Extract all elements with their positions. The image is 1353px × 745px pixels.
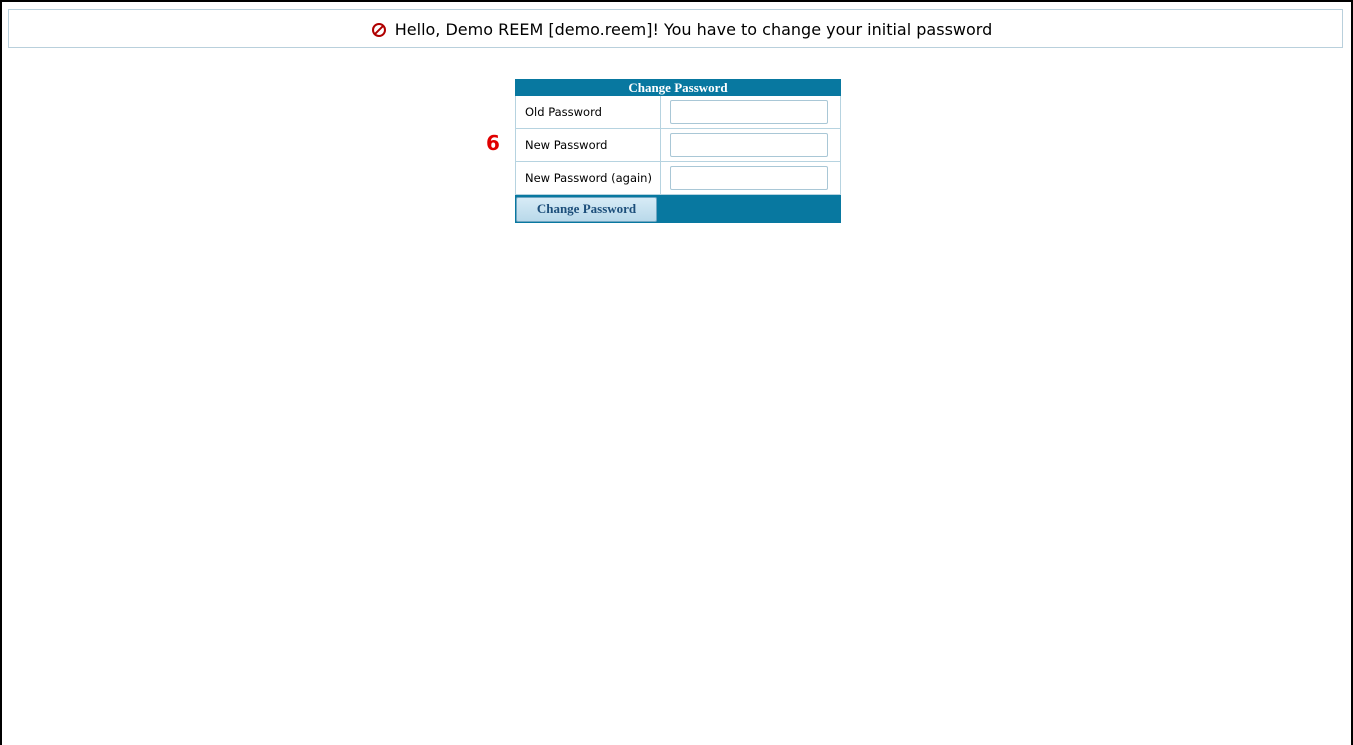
notice-message: Hello, Demo REEM [demo.reem]! You have t… bbox=[394, 20, 993, 39]
old-password-label: Old Password bbox=[516, 96, 661, 128]
notice-banner: Hello, Demo REEM [demo.reem]! You have t… bbox=[8, 9, 1343, 48]
new-password-cell bbox=[661, 129, 840, 161]
old-password-input[interactable] bbox=[670, 100, 828, 124]
notice-content: Hello, Demo REEM [demo.reem]! You have t… bbox=[371, 20, 992, 39]
forbidden-icon bbox=[371, 22, 386, 37]
new-password-input[interactable] bbox=[670, 133, 828, 157]
change-password-button[interactable]: Change Password bbox=[516, 196, 657, 222]
new-password-again-cell bbox=[661, 162, 840, 194]
panel-title: Change Password bbox=[515, 79, 841, 96]
panel-footer: Change Password bbox=[515, 195, 841, 223]
change-password-panel: Change Password Old Password New Passwor… bbox=[515, 79, 841, 223]
form-row-new-password-again: New Password (again) bbox=[515, 162, 841, 195]
form-row-old-password: Old Password bbox=[515, 96, 841, 129]
new-password-again-input[interactable] bbox=[670, 166, 828, 190]
form-row-new-password: New Password bbox=[515, 129, 841, 162]
new-password-again-label: New Password (again) bbox=[516, 162, 661, 194]
step-number-annotation: 6 bbox=[486, 131, 500, 155]
new-password-label: New Password bbox=[516, 129, 661, 161]
old-password-cell bbox=[661, 96, 840, 128]
